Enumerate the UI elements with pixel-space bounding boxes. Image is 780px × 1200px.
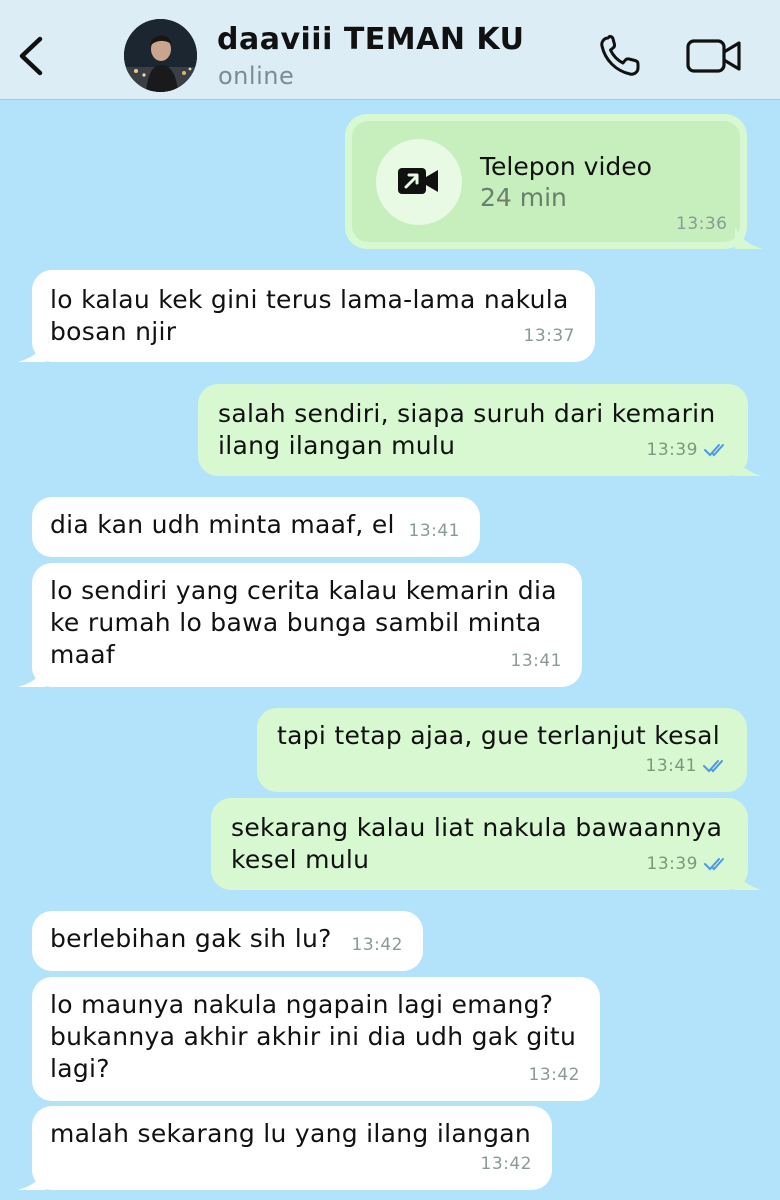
avatar[interactable] [124, 19, 197, 92]
message-time: 13:39 [646, 440, 698, 460]
contact-name[interactable]: daaviii TEMAN KU [217, 22, 524, 57]
phone-icon [600, 34, 640, 76]
bubble-tail [734, 454, 762, 476]
message-text: lo maunya nakula ngapain lagi emang? buk… [50, 990, 577, 1083]
message-bubble[interactable]: tapi tetap ajaa, gue terlanjut kesal 13:… [257, 708, 747, 792]
bubble-tail [18, 340, 46, 362]
read-ticks-icon [703, 760, 723, 773]
message-time: 13:39 [646, 854, 698, 874]
message-bubble[interactable]: berlebihan gak sih lu? 13:42 [32, 911, 423, 971]
avatar-photo [124, 19, 197, 92]
message-time: 13:37 [523, 326, 575, 346]
message-meta: 13:39 [647, 434, 731, 466]
chat-header: daaviii TEMAN KU online [0, 0, 780, 100]
message-time: 13:41 [408, 521, 460, 541]
video-call-message[interactable]: Telepon video 24 min 13:36 [345, 114, 763, 249]
message-text: tapi tetap ajaa, gue terlanjut kesal [277, 721, 721, 750]
message-time: 13:41 [510, 651, 562, 671]
call-title: Telepon video [480, 152, 652, 181]
read-ticks-icon [704, 444, 724, 457]
message-text: dia kan udh minta maaf, el [50, 510, 395, 539]
back-button[interactable] [14, 34, 50, 78]
video-camera-icon [686, 39, 741, 73]
message-text: lo sendiri yang cerita kalau kemarin dia… [50, 576, 557, 669]
message-time: 13:41 [645, 756, 697, 776]
contact-status: online [218, 62, 295, 90]
bubble-tail [18, 665, 46, 687]
bubble-tail [18, 1168, 46, 1190]
video-call-button[interactable] [686, 38, 742, 74]
message-bubble[interactable]: lo maunya nakula ngapain lagi emang? buk… [32, 977, 600, 1101]
outgoing-video-call-icon [398, 168, 438, 194]
message-bubble[interactable]: salah sendiri, siapa suruh dari kemarin … [198, 384, 762, 476]
voice-call-button[interactable] [598, 34, 644, 78]
back-chevron-icon [19, 36, 43, 76]
bubble-tail [735, 227, 763, 249]
call-duration: 24 min [480, 183, 567, 212]
message-time: 13:42 [480, 1154, 532, 1174]
message-bubble[interactable]: dia kan udh minta maaf, el 13:41 [32, 497, 480, 557]
message-bubble[interactable]: lo sendiri yang cerita kalau kemarin dia… [18, 563, 582, 687]
video-call-card: Telepon video 24 min 13:36 [352, 121, 740, 242]
message-bubble[interactable]: sekarang kalau liat nakula bawaannya kes… [211, 798, 762, 890]
message-time: 13:42 [351, 935, 403, 955]
message-text: malah sekarang lu yang ilang ilangan [50, 1119, 532, 1148]
message-time: 13:36 [676, 214, 728, 234]
bubble-tail [734, 868, 762, 890]
read-ticks-icon [704, 858, 724, 871]
call-icon-badge [376, 139, 462, 225]
message-text: lo kalau kek gini terus lama-lama nakula… [50, 285, 569, 346]
message-meta: 13:39 [647, 848, 731, 880]
message-meta: 13:41 [646, 750, 730, 782]
message-bubble[interactable]: lo kalau kek gini terus lama-lama nakula… [18, 270, 595, 362]
message-time: 13:42 [528, 1065, 580, 1085]
message-bubble[interactable]: malah sekarang lu yang ilang ilangan 13:… [18, 1106, 552, 1190]
